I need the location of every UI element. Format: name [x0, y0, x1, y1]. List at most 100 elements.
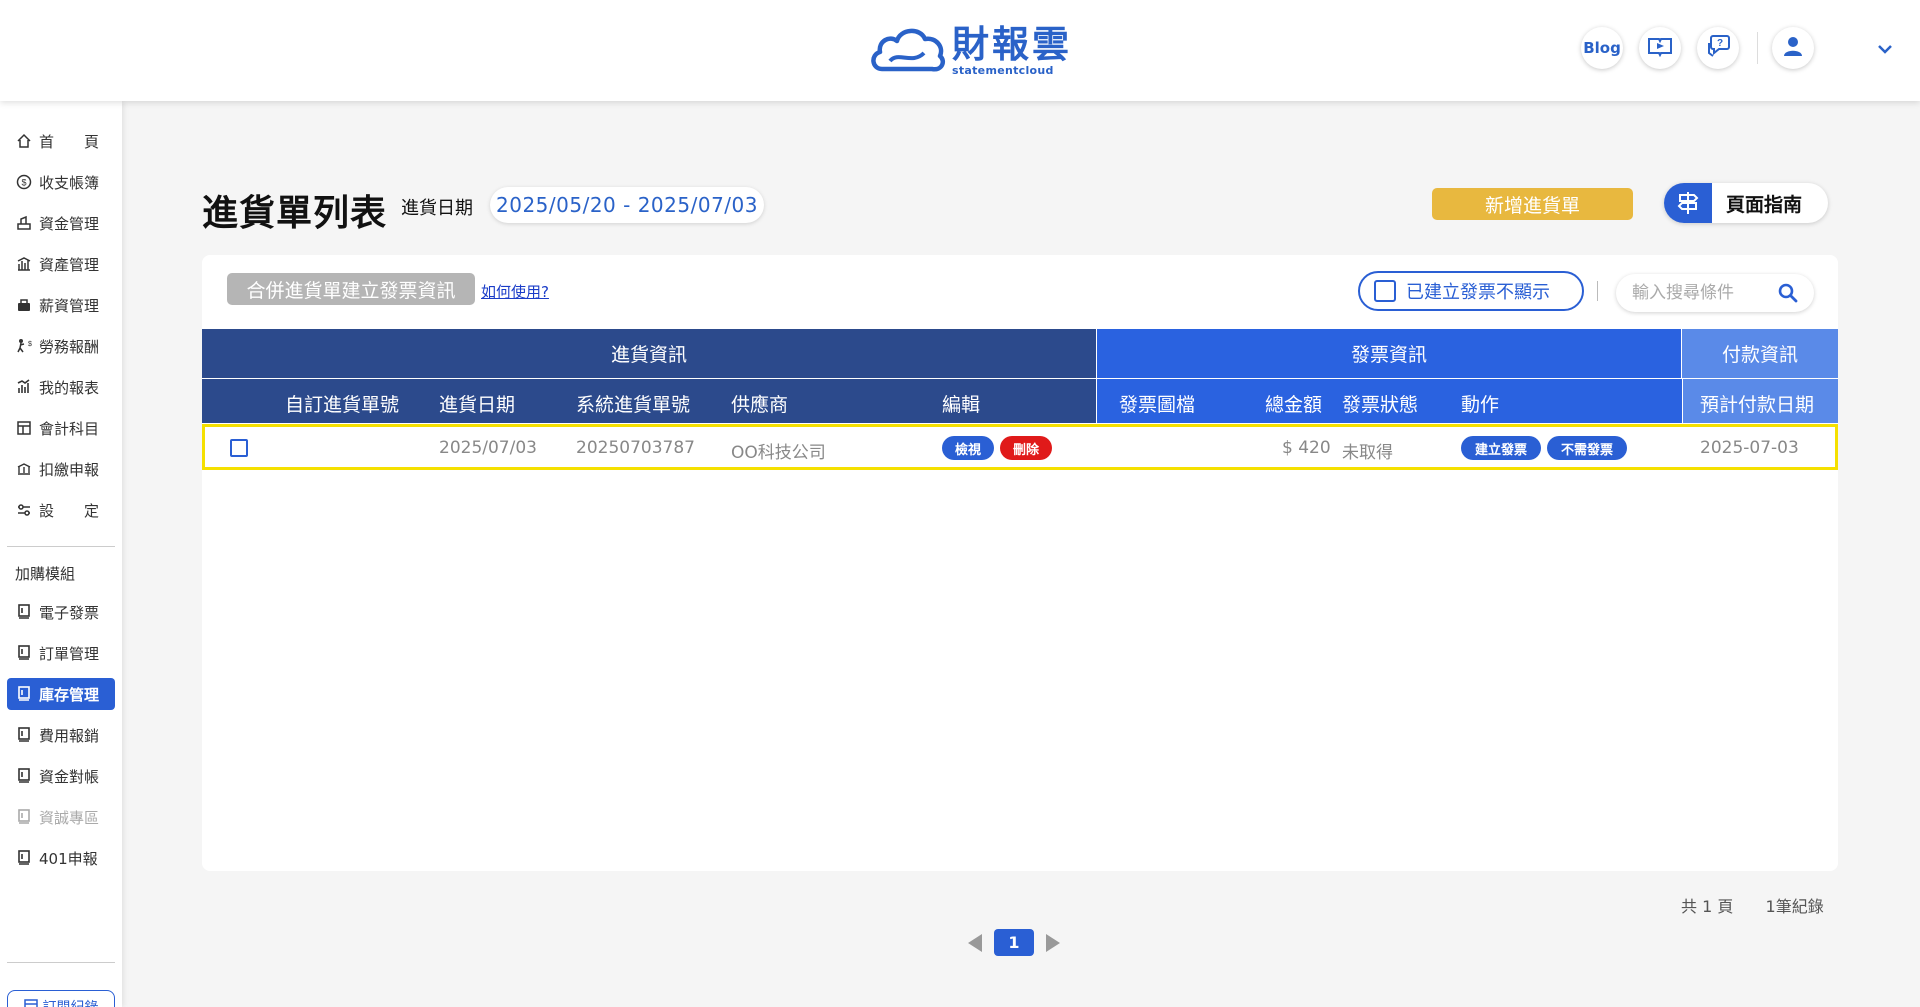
sidebar-section-title: 加購模組: [15, 565, 76, 583]
prev-page-icon[interactable]: [968, 933, 982, 952]
sidebar-item-401-filing[interactable]: 401申報: [7, 842, 115, 874]
sidebar-divider: [7, 546, 115, 547]
column-header-total[interactable]: 總金額: [1265, 390, 1322, 417]
module-icon: [15, 645, 32, 662]
column-header-supplier[interactable]: 供應商: [731, 390, 788, 417]
pagination: 1: [968, 929, 1060, 956]
column-header-invoice-status[interactable]: 發票狀態: [1342, 390, 1418, 417]
video-book-icon: [1647, 35, 1673, 61]
sidebar-item-home[interactable]: 首 頁: [7, 125, 115, 157]
chart-icon: [15, 379, 32, 396]
column-header-system-no[interactable]: 系統進貨單號: [576, 390, 690, 417]
add-purchase-order-label: 新增進貨單: [1484, 194, 1580, 217]
calendar-icon: [23, 998, 38, 1007]
account-icon: [15, 420, 32, 437]
page-number-button[interactable]: 1: [994, 929, 1034, 956]
sidebar-item-label: 電子發票: [39, 603, 100, 622]
sidebar-item-label: 訂單管理: [39, 644, 100, 663]
group-header-purchase: 進貨資訊: [202, 329, 1096, 378]
sidebar-item-expenses[interactable]: 費用報銷: [7, 719, 115, 751]
next-page-icon[interactable]: [1046, 933, 1060, 952]
sidebar-item-label: 勞務報酬: [39, 337, 100, 356]
top-header: 財報雲 statementcloud Blog ?: [0, 0, 1920, 101]
column-header-custom-no[interactable]: 自訂進貨單號: [285, 390, 399, 417]
sidebar-item-asset[interactable]: 資產管理: [7, 248, 115, 280]
date-range-value: 2025/05/20 - 2025/07/03: [496, 193, 758, 217]
how-to-use-link[interactable]: 如何使用?: [481, 281, 549, 302]
column-header-action: 動作: [1461, 394, 1500, 416]
date-range-picker[interactable]: 2025/05/20 - 2025/07/03: [490, 187, 764, 223]
blog-button[interactable]: Blog: [1581, 27, 1623, 69]
sidebar-item-label: 薪資管理: [39, 296, 100, 315]
module-icon: [15, 768, 32, 785]
sidebar-item-labor[interactable]: $ 勞務報酬: [7, 330, 115, 362]
page-title: 進貨單列表: [202, 193, 388, 234]
logo-text-cn: 財報雲: [952, 23, 1072, 66]
cell-purchase-date: 2025/07/03: [439, 438, 537, 458]
table-group-header: 進貨資訊 發票資訊 付款資訊: [202, 329, 1838, 378]
sidebar-item-label: 收支帳簿: [39, 173, 100, 192]
cell-total: $ 420: [1282, 438, 1331, 458]
sidebar-item-pwc-zone[interactable]: 資誠專區: [7, 801, 115, 833]
subscription-history-label: 訂閱紀錄: [43, 997, 99, 1007]
video-tutorial-button[interactable]: [1639, 27, 1681, 69]
sidebar-item-einvoice[interactable]: 電子發票: [7, 596, 115, 628]
row-checkbox[interactable]: [230, 439, 248, 457]
sidebar-item-label: 首 頁: [39, 132, 100, 151]
chevron-down-icon[interactable]: [1876, 40, 1894, 59]
total-records-text: 1筆紀錄: [1765, 897, 1824, 916]
delete-button[interactable]: 刪除: [1000, 436, 1052, 460]
sidebar-item-inventory[interactable]: 庫存管理: [7, 678, 115, 710]
svg-text:$: $: [21, 178, 26, 188]
sidebar-item-label: 資金管理: [39, 214, 100, 233]
view-button[interactable]: 檢視: [942, 436, 994, 460]
add-purchase-order-button[interactable]: 新增進貨單: [1432, 188, 1633, 220]
search-input[interactable]: [1632, 283, 1762, 303]
total-pages-text: 共 1 頁: [1681, 897, 1734, 916]
sidebar-item-ledger[interactable]: $ 收支帳簿: [7, 166, 115, 198]
subscription-history-button[interactable]: 訂閱紀錄: [7, 990, 115, 1007]
sidebar-item-orders[interactable]: 訂單管理: [7, 637, 115, 669]
user-icon: [1782, 35, 1804, 61]
blog-label: Blog: [1583, 39, 1621, 57]
pagination-summary: 共 1 頁 1筆紀錄: [1681, 893, 1824, 917]
column-header-purchase-date[interactable]: 進貨日期: [439, 390, 515, 417]
no-invoice-needed-button[interactable]: 不需發票: [1547, 436, 1627, 460]
sidebar-item-settings[interactable]: 設 定: [7, 494, 115, 526]
sidebar-item-withholding[interactable]: 扣繳申報: [7, 453, 115, 485]
page-guide-button[interactable]: 頁面指南: [1664, 183, 1828, 223]
checkbox-icon: [1374, 280, 1396, 302]
hide-created-invoice-toggle[interactable]: 已建立發票不顯示: [1358, 271, 1584, 311]
logo[interactable]: 財報雲 statementcloud: [868, 22, 1072, 80]
column-header-expected-pay-date[interactable]: 預計付款日期: [1700, 390, 1814, 417]
page-guide-label: 頁面指南: [1726, 193, 1803, 216]
signpost-icon: [1664, 183, 1712, 223]
sidebar-item-reconcile[interactable]: 資金對帳: [7, 760, 115, 792]
date-filter-label: 進貨日期: [401, 198, 473, 219]
sidebar-item-label: 費用報銷: [39, 726, 100, 745]
sidebar-item-fund[interactable]: 資金管理: [7, 207, 115, 239]
sidebar-item-accounts[interactable]: 會計科目: [7, 412, 115, 444]
user-avatar-button[interactable]: [1772, 27, 1814, 69]
module-icon: [15, 809, 32, 826]
settings-icon: [15, 502, 32, 519]
svg-text:?: ?: [1717, 38, 1723, 49]
cell-system-no: 20250703787: [576, 438, 695, 458]
help-chat-button[interactable]: ?: [1697, 27, 1739, 69]
create-invoice-button[interactable]: 建立發票: [1461, 436, 1541, 460]
table-column-header: 自訂進貨單號 進貨日期 系統進貨單號 供應商 編輯 發票圖檔 總金額 發票狀態 …: [202, 379, 1838, 423]
group-header-invoice: 發票資訊: [1096, 329, 1681, 378]
merge-create-invoice-button[interactable]: 合併進貨單建立發票資訊: [227, 273, 475, 305]
sidebar-item-label: 資金對帳: [39, 767, 100, 786]
labor-icon: $: [15, 338, 32, 355]
search-icon[interactable]: [1778, 283, 1798, 307]
sidebar-item-label: 設 定: [39, 501, 100, 520]
hide-created-invoice-label: 已建立發票不顯示: [1406, 282, 1550, 303]
sidebar-item-report[interactable]: 我的報表: [7, 371, 115, 403]
sidebar-item-label: 401申報: [39, 849, 98, 868]
column-header-invoice-file: 發票圖檔: [1119, 394, 1196, 416]
sidebar-item-salary[interactable]: 薪資管理: [7, 289, 115, 321]
search-box: [1616, 274, 1814, 312]
logo-text-en: statementcloud: [952, 64, 1054, 77]
salary-icon: [15, 297, 32, 314]
